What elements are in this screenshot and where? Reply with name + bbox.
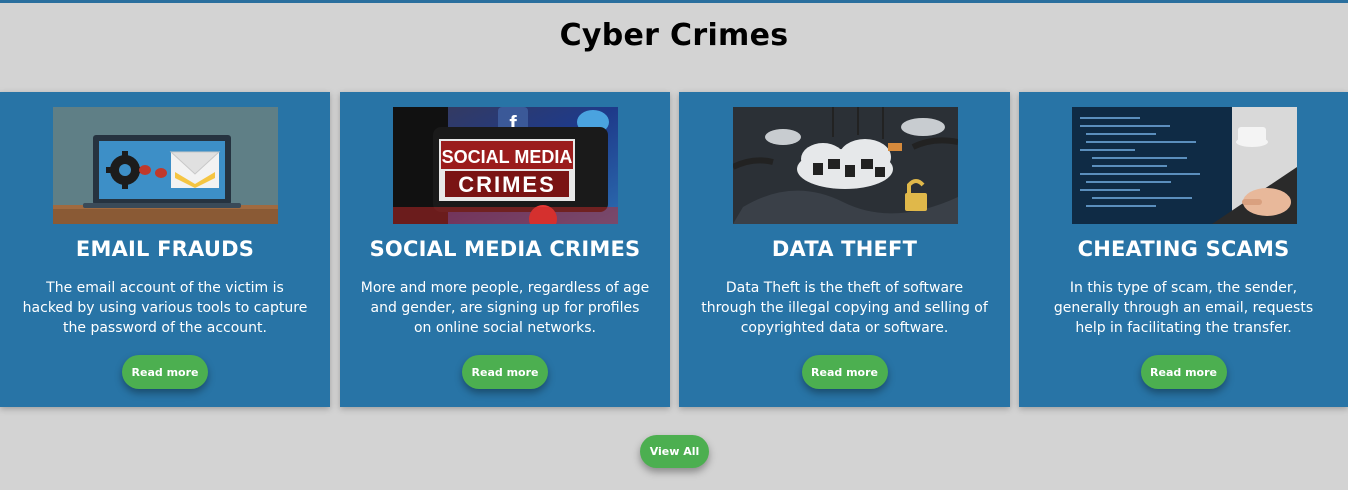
- card-description: The email account of the victim is hacke…: [22, 280, 308, 336]
- card-title: CHEATING SCAMS: [1077, 237, 1290, 261]
- card-title: SOCIAL MEDIA CRIMES: [369, 237, 641, 261]
- email-fraud-illustration: [53, 107, 278, 224]
- card-social-media-crimes: f SOCIAL MEDIA CRIMES SOCIAL MEDIA CRIME…: [340, 92, 670, 407]
- card-description: Data Theft is the theft of software thro…: [701, 280, 988, 336]
- data-theft-illustration: [732, 107, 958, 224]
- view-all-button[interactable]: View All: [640, 435, 709, 468]
- social-media-crimes-image: f SOCIAL MEDIA CRIMES: [393, 107, 618, 224]
- svg-text:CRIMES: CRIMES: [458, 172, 556, 197]
- svg-text:SOCIAL MEDIA: SOCIAL MEDIA: [442, 147, 573, 167]
- card-title: EMAIL FRAUDS: [75, 237, 255, 261]
- read-more-button[interactable]: Read more: [1140, 355, 1227, 389]
- card-data-theft: DATA THEFT Data Theft is the theft of so…: [679, 92, 1010, 407]
- card-description: More and more people, regardless of age …: [360, 280, 650, 336]
- card-cheating-scams: CHEATING SCAMS In this type of scam, the…: [1019, 92, 1348, 407]
- read-more-button[interactable]: Read more: [462, 355, 548, 389]
- cheating-scams-image: [1071, 107, 1297, 224]
- data-theft-image: [732, 107, 958, 224]
- card-title: DATA THEFT: [771, 237, 918, 261]
- hacker-laptop-photo: [1071, 107, 1297, 224]
- card-description: In this type of scam, the sender, genera…: [1053, 280, 1314, 336]
- social-media-crimes-photo: f SOCIAL MEDIA CRIMES: [393, 107, 618, 224]
- cards-row: EMAIL FRAUDS The email account of the vi…: [0, 92, 1348, 407]
- section-title: Cyber Crimes: [559, 18, 789, 53]
- read-more-button[interactable]: Read more: [801, 355, 888, 389]
- email-fraud-image: [53, 107, 278, 224]
- read-more-button[interactable]: Read more: [122, 355, 208, 389]
- card-email-frauds: EMAIL FRAUDS The email account of the vi…: [0, 92, 330, 407]
- top-border: [0, 0, 1348, 3]
